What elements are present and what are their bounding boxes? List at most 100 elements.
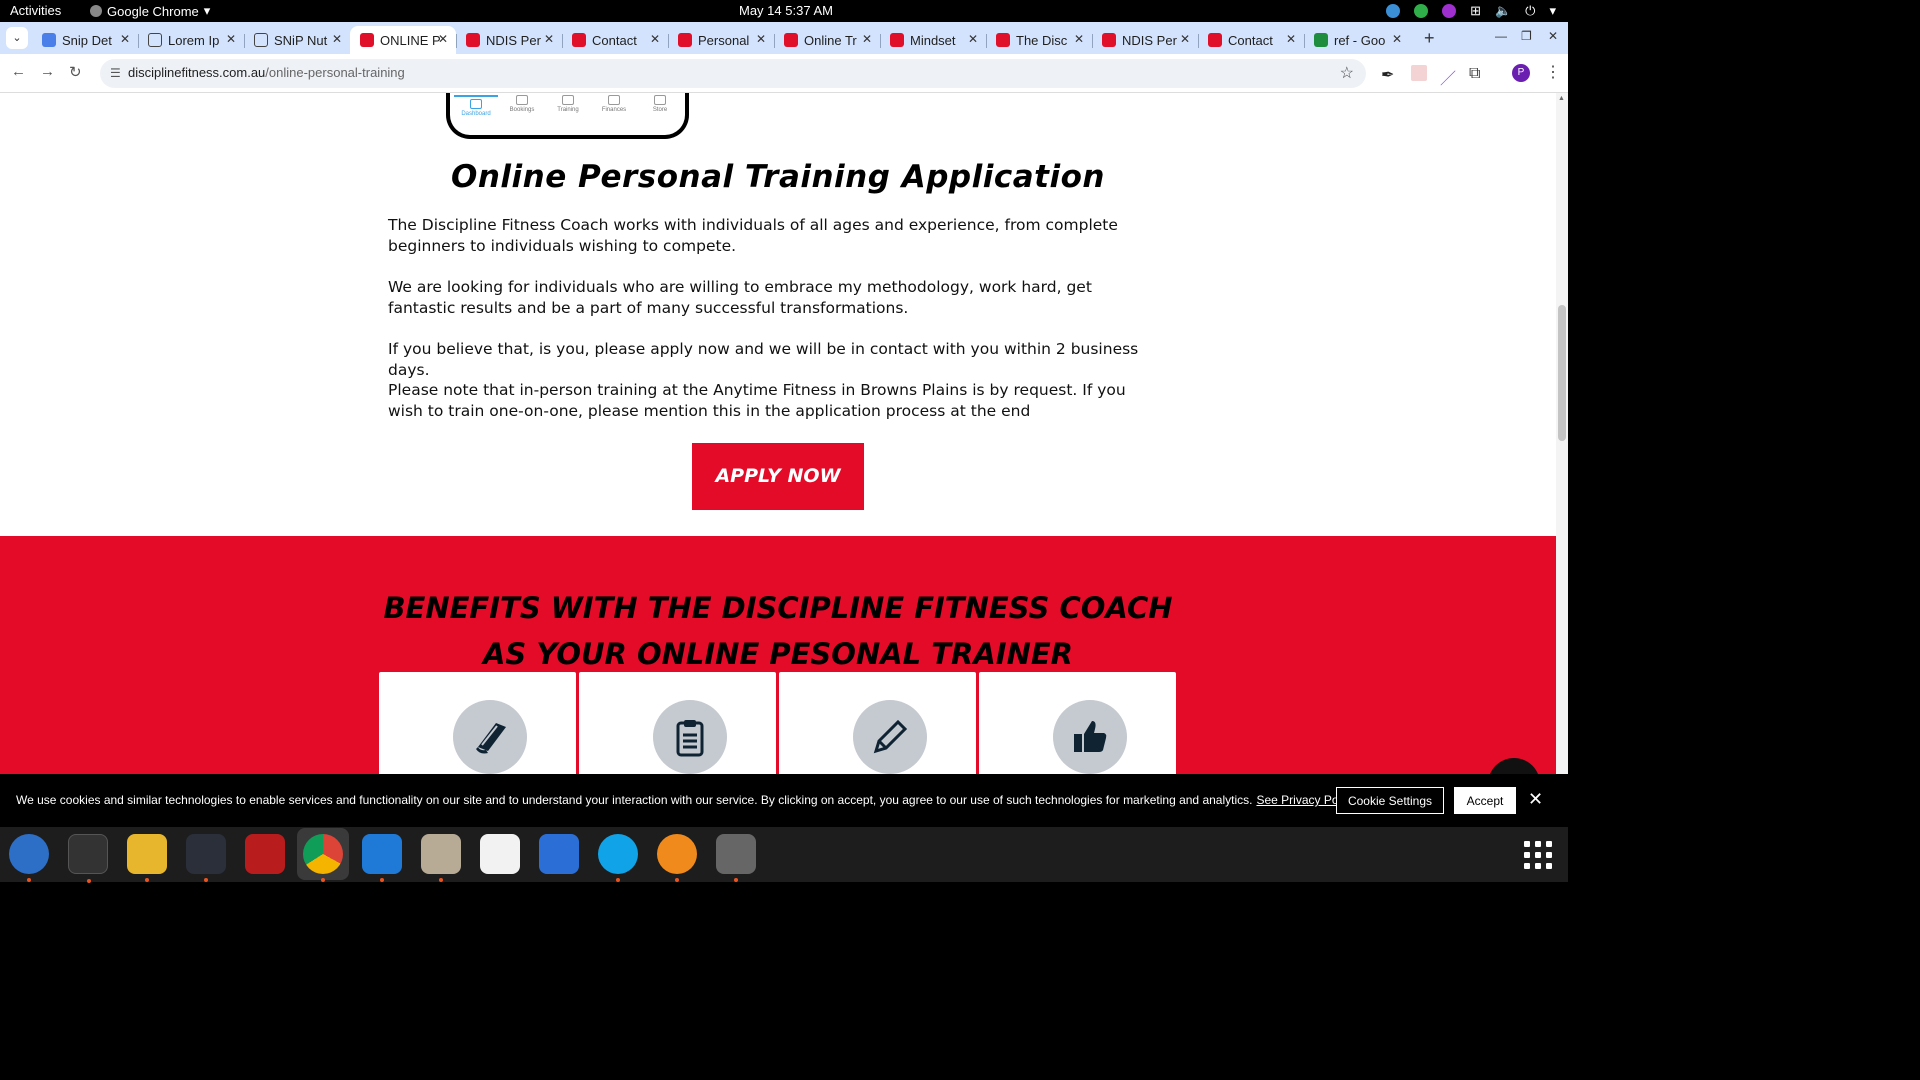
- clock[interactable]: May 14 5:37 AM: [739, 3, 833, 18]
- app-menu[interactable]: Google Chrome ▾: [90, 3, 210, 19]
- tab-1[interactable]: Snip Det ✕: [32, 26, 138, 54]
- tab-close-icon[interactable]: ✕: [226, 32, 236, 46]
- tab-close-icon[interactable]: ✕: [862, 32, 872, 46]
- profile-avatar[interactable]: P: [1512, 64, 1530, 82]
- tab-4[interactable]: ONLINE P ✕: [350, 26, 456, 54]
- minimize-icon[interactable]: —: [1495, 29, 1507, 43]
- tab-7[interactable]: Personal ✕: [668, 26, 774, 54]
- system-monitor-icon[interactable]: [186, 834, 226, 882]
- cookie-banner: We use cookies and similar technologies …: [0, 774, 1568, 827]
- skype-icon[interactable]: [598, 834, 638, 882]
- tab-close-icon[interactable]: ✕: [650, 32, 660, 46]
- pen-extension-icon[interactable]: ／: [1440, 65, 1456, 88]
- tab-close-icon[interactable]: ✕: [438, 32, 448, 46]
- activities-button[interactable]: Activities: [10, 3, 61, 18]
- reload-icon[interactable]: ↻: [69, 63, 82, 81]
- bookmark-star-icon[interactable]: ☆: [1340, 63, 1354, 83]
- tab-2[interactable]: Lorem Ip ✕: [138, 26, 244, 54]
- tab-9[interactable]: Mindset ✕: [880, 26, 986, 54]
- tab-5[interactable]: NDIS Per ✕: [456, 26, 562, 54]
- clipboard-icon: [653, 700, 727, 774]
- calendar-extension-icon[interactable]: [1411, 65, 1427, 81]
- tab-close-icon[interactable]: ✕: [332, 32, 342, 46]
- dock: [0, 827, 1568, 883]
- tab-close-icon[interactable]: ✕: [1180, 32, 1190, 46]
- thumbs-up-icon: [1053, 700, 1127, 774]
- volume-icon[interactable]: 🔈: [1495, 3, 1511, 19]
- power-icon[interactable]: ⏻: [1525, 3, 1535, 19]
- url-domain: disciplinefitness.com.au: [128, 65, 266, 80]
- chrome-menu-icon[interactable]: ⋮: [1545, 62, 1561, 82]
- extensions-puzzle-icon[interactable]: ⧉: [1469, 65, 1485, 82]
- discipline-fitness-icon: [890, 33, 904, 47]
- tab-label: ONLINE P: [380, 32, 441, 48]
- discipline-fitness-icon: [678, 33, 692, 47]
- new-tab-button[interactable]: +: [1424, 28, 1435, 49]
- tab-close-icon[interactable]: ✕: [756, 32, 766, 46]
- scrollbar-thumb[interactable]: [1558, 305, 1566, 441]
- page-scrollbar[interactable]: ▲ ▼: [1556, 93, 1568, 827]
- cookie-accept-button[interactable]: Accept: [1454, 787, 1516, 814]
- writer-icon[interactable]: [539, 834, 579, 874]
- tab-3[interactable]: SNiP Nut ✕: [244, 26, 350, 54]
- app-menu-label: Google Chrome: [107, 3, 199, 19]
- forward-icon[interactable]: →: [40, 63, 55, 80]
- chevron-down-icon[interactable]: ▾: [1549, 3, 1556, 19]
- tab-search-button[interactable]: ⌄: [6, 27, 28, 49]
- phone-nav-icon: [562, 95, 574, 105]
- cookie-settings-button[interactable]: Cookie Settings: [1336, 787, 1444, 814]
- benefits-title: BENEFITS WITH THE DISCIPLINE FITNESS COA…: [0, 585, 1556, 677]
- phone-nav-item: Dashboard: [454, 95, 498, 117]
- check-icon[interactable]: [1414, 4, 1429, 18]
- benefit-card-4: [979, 672, 1176, 782]
- tab-close-icon[interactable]: ✕: [1392, 32, 1402, 46]
- cookie-close-icon[interactable]: ✕: [1528, 789, 1543, 810]
- book-icon: [453, 700, 527, 774]
- scroll-up-icon[interactable]: ▲: [1558, 95, 1565, 102]
- intro-paragraph-4: Please note that in-person training at t…: [388, 381, 1126, 420]
- phone-nav-item: Finances: [592, 95, 636, 117]
- tab-close-icon[interactable]: ✕: [968, 32, 978, 46]
- show-applications-icon[interactable]: [1524, 841, 1552, 869]
- thunderbird-icon[interactable]: [9, 834, 49, 882]
- close-window-icon[interactable]: ✕: [1548, 29, 1558, 43]
- back-icon[interactable]: ←: [11, 63, 26, 80]
- eyedropper-extension-icon[interactable]: ✒: [1381, 65, 1397, 84]
- tab-close-icon[interactable]: ✕: [1286, 32, 1296, 46]
- docs-icon: [42, 33, 56, 47]
- tab-label: ref - Goo: [1334, 32, 1386, 48]
- tab-label: The Disc: [1016, 32, 1068, 48]
- chrome-dock-icon[interactable]: [303, 834, 343, 882]
- tab-6[interactable]: Contact ✕: [562, 26, 668, 54]
- text-editor-icon[interactable]: [480, 834, 520, 874]
- tab-10[interactable]: The Disc ✕: [986, 26, 1092, 54]
- sync-icon[interactable]: [1386, 4, 1401, 18]
- tab-12[interactable]: Contact ✕: [1198, 26, 1304, 54]
- apply-now-button[interactable]: APPLY NOW: [692, 443, 864, 510]
- system-tray[interactable]: ⊞ 🔈 ⏻ ▾: [1386, 3, 1556, 19]
- color-icon[interactable]: [1442, 4, 1457, 18]
- phone-nav-label: Bookings: [509, 107, 535, 113]
- tab-close-icon[interactable]: ✕: [544, 32, 554, 46]
- filezilla-icon[interactable]: [245, 834, 285, 874]
- tab-close-icon[interactable]: ✕: [1074, 32, 1084, 46]
- intro-paragraph-1: The Discipline Fitness Coach works with …: [388, 216, 1118, 255]
- files-icon[interactable]: [421, 834, 461, 882]
- url-text[interactable]: disciplinefitness.com.au/online-personal…: [128, 65, 405, 80]
- vscode-icon[interactable]: [362, 834, 402, 882]
- restore-icon[interactable]: ❐: [1521, 29, 1532, 43]
- calculator-icon[interactable]: [127, 834, 167, 882]
- network-icon[interactable]: ⊞: [1470, 3, 1481, 19]
- terminal-icon[interactable]: [68, 834, 108, 883]
- fire-app-icon[interactable]: [657, 834, 697, 882]
- phone-nav-icon: [654, 95, 666, 105]
- disk-utility-icon[interactable]: [716, 834, 756, 882]
- tab-13[interactable]: ref - Goo ✕: [1304, 26, 1410, 54]
- tab-close-icon[interactable]: ✕: [120, 32, 130, 46]
- tab-8[interactable]: Online Tr ✕: [774, 26, 880, 54]
- site-info-icon[interactable]: ☰: [110, 66, 121, 80]
- tab-11[interactable]: NDIS Per ✕: [1092, 26, 1198, 54]
- tab-label: Mindset: [910, 32, 956, 48]
- tab-label: Personal: [698, 32, 750, 48]
- address-bar[interactable]: ☰ disciplinefitness.com.au/online-person…: [100, 59, 1366, 88]
